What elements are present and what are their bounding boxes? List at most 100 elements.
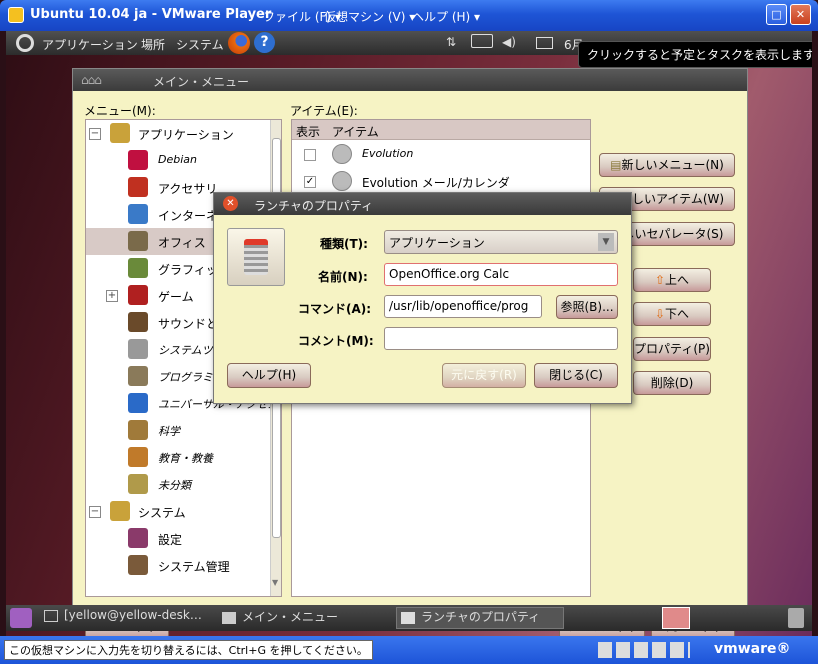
tree-item-label: インターネ — [158, 209, 219, 223]
tree-item-label: 未分類 — [158, 479, 191, 492]
launcher-icon-button[interactable] — [227, 228, 285, 286]
tree-item[interactable]: 科学 — [86, 417, 269, 444]
item-row[interactable]: Evolution — [292, 141, 590, 168]
main-menu-task-icon — [222, 611, 236, 624]
category-icon — [128, 393, 148, 413]
guest-desktop: アプリケーション 場所 システム ? ⇅ ◀) 6月 クリックすると予定とタスク… — [6, 31, 812, 636]
move-down-button[interactable]: ⇩下へ — [633, 302, 711, 326]
dialog-close-button[interactable]: 閉じる(C) — [534, 363, 618, 388]
network-icon[interactable]: ⇅ — [446, 35, 456, 49]
task-main-menu[interactable]: メイン・メニュー — [222, 608, 390, 628]
category-icon — [110, 501, 130, 521]
tree-item-label: 設定 — [158, 533, 183, 547]
command-field[interactable]: /usr/lib/openoffice/prog — [384, 295, 542, 318]
tree-item[interactable]: システム管理 — [86, 552, 269, 579]
type-label: 種類(T): — [320, 237, 368, 251]
dialog-revert-button[interactable]: 元に戻す(R) — [442, 363, 526, 388]
col-show[interactable]: 表示 — [296, 123, 320, 140]
keyboard-icon[interactable] — [471, 34, 493, 48]
spring-launcher-icon — [244, 239, 268, 275]
task-terminal[interactable]: [yellow@yellow-desk… — [44, 608, 212, 628]
main-menu-title: メイン・メニュー — [153, 75, 250, 89]
task-launcher-properties[interactable]: ランチャのプロパティ — [396, 607, 564, 629]
tree-item[interactable]: 教育・教養 — [86, 444, 269, 471]
tree-item[interactable]: − システム — [86, 498, 269, 525]
main-menu-title-bar: ⌂⌂⌂ メイン・メニュー — [73, 69, 747, 91]
move-up-label: 上へ — [665, 273, 690, 287]
workspace-switcher-icon[interactable] — [662, 607, 690, 629]
panel-menu-places[interactable]: 場所 — [141, 36, 165, 53]
category-icon — [128, 474, 148, 494]
volume-icon[interactable]: ◀) — [502, 35, 516, 49]
move-down-label: 下へ — [665, 307, 690, 321]
dialog-title: ランチャのプロパティ — [254, 199, 374, 213]
category-icon — [128, 150, 148, 170]
firefox-icon[interactable] — [228, 32, 250, 54]
maximize-button[interactable]: □ — [766, 4, 787, 25]
category-icon — [128, 339, 148, 359]
category-icon — [128, 204, 148, 224]
tree-item-label: ゲーム — [158, 290, 194, 304]
vmware-brand: vmware® — [714, 641, 791, 657]
dialog-close-icon[interactable]: ✕ — [223, 196, 238, 211]
category-icon — [128, 366, 148, 386]
device-icons[interactable] — [598, 642, 690, 658]
tree-item-label: システム — [138, 506, 186, 520]
tree-expander[interactable]: − — [89, 506, 101, 518]
new-menu-icon: ▤ — [610, 158, 622, 172]
launcher-task-icon — [401, 611, 415, 624]
vmware-status-bar: この仮想マシンに入力先を切り替えるには、Ctrl+G を押してください。 vmw… — [0, 636, 818, 664]
tree-item-label: アクセサリ — [158, 182, 218, 196]
category-icon — [128, 447, 148, 467]
tree-item[interactable]: 設定 — [86, 525, 269, 552]
new-menu-button[interactable]: ▤新しいメニュー(N) — [599, 153, 735, 177]
tree-item-label: アプリケーション — [138, 128, 234, 142]
dialog-help-button[interactable]: ヘルプ(H) — [227, 363, 311, 388]
clock-tooltip: クリックすると予定とタスクを表示します — [578, 41, 812, 68]
items-label: アイテム(E): — [290, 104, 358, 118]
vmware-logo-icon — [8, 7, 24, 23]
col-item[interactable]: アイテム — [332, 123, 379, 140]
menu-vm[interactable]: 仮想マシン (V) ▾ — [324, 8, 415, 25]
ubuntu-logo-icon[interactable] — [16, 34, 34, 52]
name-field[interactable]: OpenOffice.org Calc — [384, 263, 618, 286]
tree-item[interactable]: Debian — [86, 147, 269, 174]
tree-item-label: 科学 — [158, 425, 180, 438]
mail-icon[interactable] — [536, 37, 553, 49]
delete-button[interactable]: 削除(D) — [633, 371, 711, 395]
comment-field[interactable] — [384, 327, 618, 350]
item-row[interactable]: ✓ Evolution メール/カレンダ — [292, 168, 590, 195]
tree-item[interactable]: − アプリケーション — [86, 120, 269, 147]
window-buttons-icon[interactable]: ⌂⌂⌂ — [81, 73, 102, 87]
window-title: Ubuntu 10.04 ja - VMware Player — [30, 7, 272, 22]
category-icon — [128, 177, 148, 197]
menu-help[interactable]: ヘルプ (H) ▾ — [412, 8, 480, 25]
move-up-button[interactable]: ⇧上へ — [633, 268, 711, 292]
category-icon — [128, 285, 148, 305]
item-visible-checkbox[interactable]: ✓ — [304, 176, 316, 188]
item-visible-checkbox[interactable] — [304, 149, 316, 161]
scroll-down-icon[interactable]: ▼ — [272, 578, 278, 587]
properties-button[interactable]: プロパティ(P) — [633, 337, 711, 361]
panel-menu-applications[interactable]: アプリケーション — [42, 36, 138, 53]
category-icon — [128, 528, 148, 548]
panel-menu-system[interactable]: システム — [176, 36, 224, 53]
help-icon[interactable]: ? — [254, 32, 275, 53]
evolution-icon — [332, 171, 352, 191]
type-select[interactable]: アプリケーション ▼ — [384, 230, 618, 254]
new-item-label: 新しいアイテム(W) — [620, 192, 725, 206]
arrow-down-icon: ⇩ — [654, 307, 666, 321]
arrow-up-icon: ⇧ — [654, 273, 666, 287]
close-button[interactable]: ✕ — [790, 4, 811, 25]
tree-item-label: システム管理 — [158, 560, 230, 574]
input-hint-message: この仮想マシンに入力先を切り替えるには、Ctrl+G を押してください。 — [4, 640, 373, 660]
tree-expander[interactable]: − — [89, 128, 101, 140]
tree-item[interactable]: 未分類 — [86, 471, 269, 498]
show-desktop-icon[interactable] — [10, 608, 32, 628]
tree-item-label: Debian — [158, 153, 197, 166]
tree-expander[interactable]: + — [106, 290, 118, 302]
dialog-title-bar: ✕ ランチャのプロパティ — [214, 193, 631, 215]
trash-icon[interactable] — [788, 608, 804, 628]
name-label: 名前(N): — [318, 270, 368, 284]
browse-button[interactable]: 参照(B)... — [556, 295, 618, 319]
